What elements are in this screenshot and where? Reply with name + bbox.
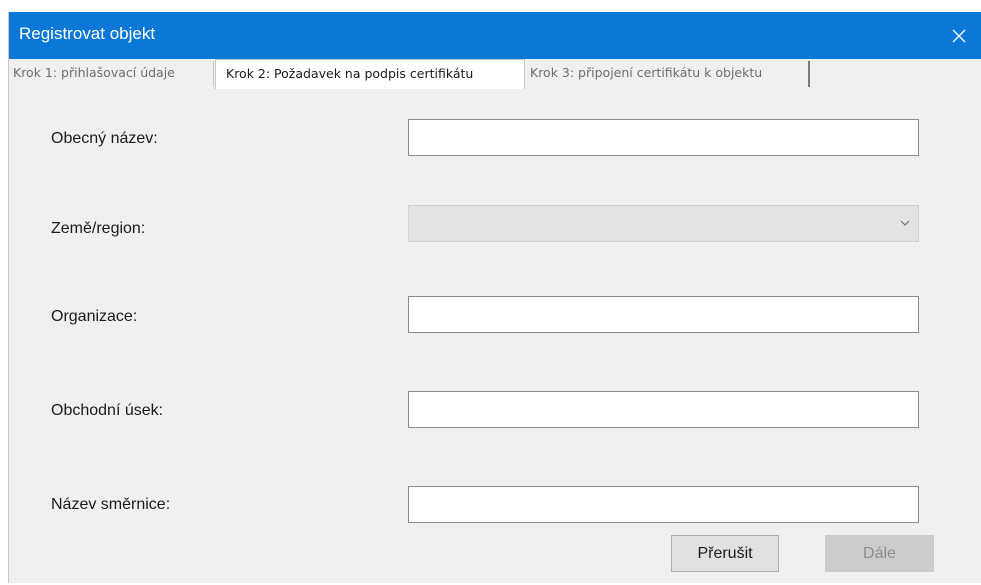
tab-step-2[interactable]: Krok 2: Požadavek na podpis certifikátu (215, 59, 525, 89)
title-bar: Registrovat objekt (9, 12, 981, 59)
common-name-input[interactable] (408, 119, 919, 156)
tab-step-1[interactable]: Krok 1: přihlašovací údaje (9, 61, 214, 87)
policy-name-label: Název směrnice: (51, 496, 171, 513)
close-button[interactable] (936, 12, 981, 59)
dialog-window: Registrovat objekt Krok 1: přihlašovací … (8, 12, 981, 583)
wizard-tabs: Krok 1: přihlašovací údaje Krok 3: připo… (9, 59, 981, 89)
country-region-select[interactable] (408, 205, 919, 242)
organization-label: Organizace: (51, 308, 138, 325)
form-panel: Obecný název: Země/region: Organizace: O… (9, 89, 981, 583)
chevron-down-icon (900, 220, 910, 226)
cancel-button[interactable]: Přerušit (671, 535, 779, 572)
business-unit-input[interactable] (408, 391, 919, 428)
business-unit-label: Obchodní úsek: (51, 402, 164, 419)
dialog-title: Registrovat objekt (19, 24, 156, 43)
tab-step-3[interactable]: Krok 3: připojení certifikátu k objektu (526, 61, 810, 87)
common-name-label: Obecný název: (51, 130, 158, 147)
next-button: Dále (825, 535, 934, 572)
close-icon (952, 29, 966, 42)
policy-name-input[interactable] (408, 486, 919, 523)
organization-input[interactable] (408, 296, 919, 333)
country-region-label: Země/region: (51, 220, 146, 237)
